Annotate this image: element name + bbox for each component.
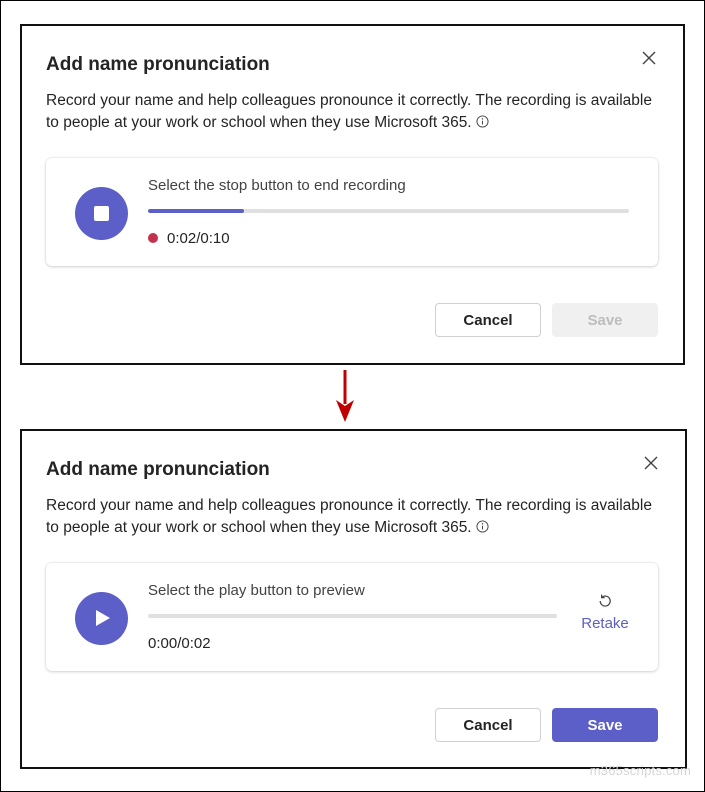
- play-button[interactable]: [75, 592, 128, 645]
- dialog-description: Record your name and help colleagues pro…: [46, 497, 652, 536]
- retake-label: Retake: [581, 615, 629, 632]
- preview-card: Select the play button to preview 0:00/0…: [46, 563, 658, 671]
- dialog-preview: Add name pronunciation Record your name …: [20, 429, 687, 769]
- stop-icon: [94, 206, 109, 221]
- save-button[interactable]: Save: [552, 708, 658, 742]
- close-icon[interactable]: [641, 453, 661, 473]
- play-icon: [96, 610, 110, 626]
- recording-progress-fill: [148, 209, 245, 213]
- down-arrow-icon: [336, 370, 354, 422]
- stop-button[interactable]: [75, 187, 128, 240]
- dialog-title: Add name pronunciation: [46, 54, 270, 75]
- recording-timer: 0:02/0:10: [148, 230, 230, 247]
- watermark: m365scripts.com: [589, 763, 691, 778]
- close-icon[interactable]: [639, 48, 659, 68]
- recording-instruction: Select the stop button to end recording: [148, 177, 406, 194]
- retake-icon: [599, 594, 611, 607]
- info-icon[interactable]: [476, 520, 489, 533]
- preview-instruction: Select the play button to preview: [148, 582, 365, 599]
- cancel-button[interactable]: Cancel: [435, 303, 541, 337]
- retake-button[interactable]: Retake: [580, 593, 630, 632]
- playback-progress-bar[interactable]: [148, 614, 557, 618]
- recording-dot-icon: [148, 233, 158, 243]
- save-button[interactable]: Save: [552, 303, 658, 337]
- info-icon[interactable]: [476, 115, 489, 128]
- playback-timer: 0:00/0:02: [148, 635, 211, 652]
- dialog-recording: Add name pronunciation Record your name …: [20, 24, 685, 365]
- recording-card: Select the stop button to end recording …: [46, 158, 658, 266]
- dialog-title: Add name pronunciation: [46, 459, 270, 480]
- dialog-description: Record your name and help colleagues pro…: [46, 92, 652, 131]
- recording-progress-bar: [148, 209, 629, 213]
- cancel-button[interactable]: Cancel: [435, 708, 541, 742]
